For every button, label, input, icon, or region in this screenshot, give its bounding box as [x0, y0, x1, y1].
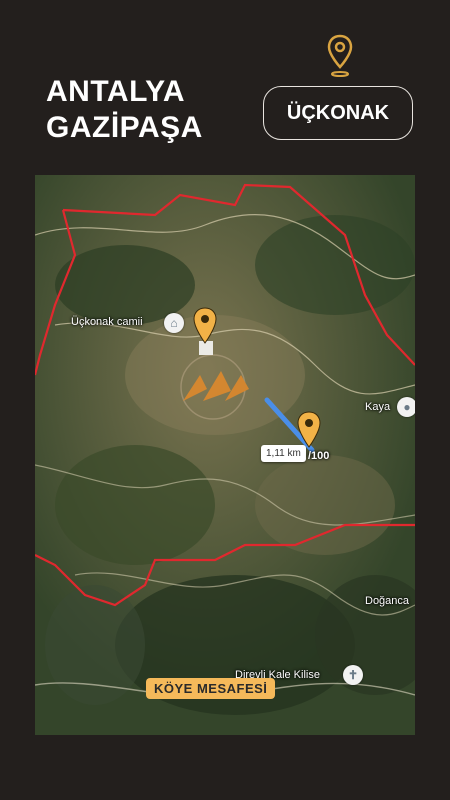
map-marker-icon[interactable]	[193, 307, 217, 345]
kaya-place-icon[interactable]: ●	[397, 397, 415, 417]
village-name-label: ÜÇKONAK	[286, 101, 390, 124]
label-kaya: Kaya	[365, 401, 391, 413]
title-district: GAZİPAŞA	[46, 111, 203, 144]
distance-tag: 1,11 km	[261, 445, 306, 462]
label-doganca: Doğanca	[365, 595, 410, 607]
distance-caption: KÖYE MESAFESİ	[146, 678, 276, 699]
road-number: /100	[308, 450, 330, 462]
location-pin-icon	[327, 34, 353, 77]
page-title: ANTALYA GAZİPAŞA	[46, 74, 203, 146]
title-province: ANTALYA	[46, 75, 186, 108]
mosque-icon[interactable]: ⌂	[164, 313, 184, 333]
church-icon[interactable]: ✝	[343, 665, 363, 685]
satellite-map[interactable]: Üçkonak camii ⌂ Kaya ● Doğanca Direvli K…	[35, 175, 415, 735]
map-canvas	[35, 175, 415, 735]
label-mosque: Üçkonak camii	[71, 316, 143, 328]
village-name-button[interactable]: ÜÇKONAK	[263, 86, 413, 140]
map-marker-icon[interactable]	[297, 411, 321, 449]
